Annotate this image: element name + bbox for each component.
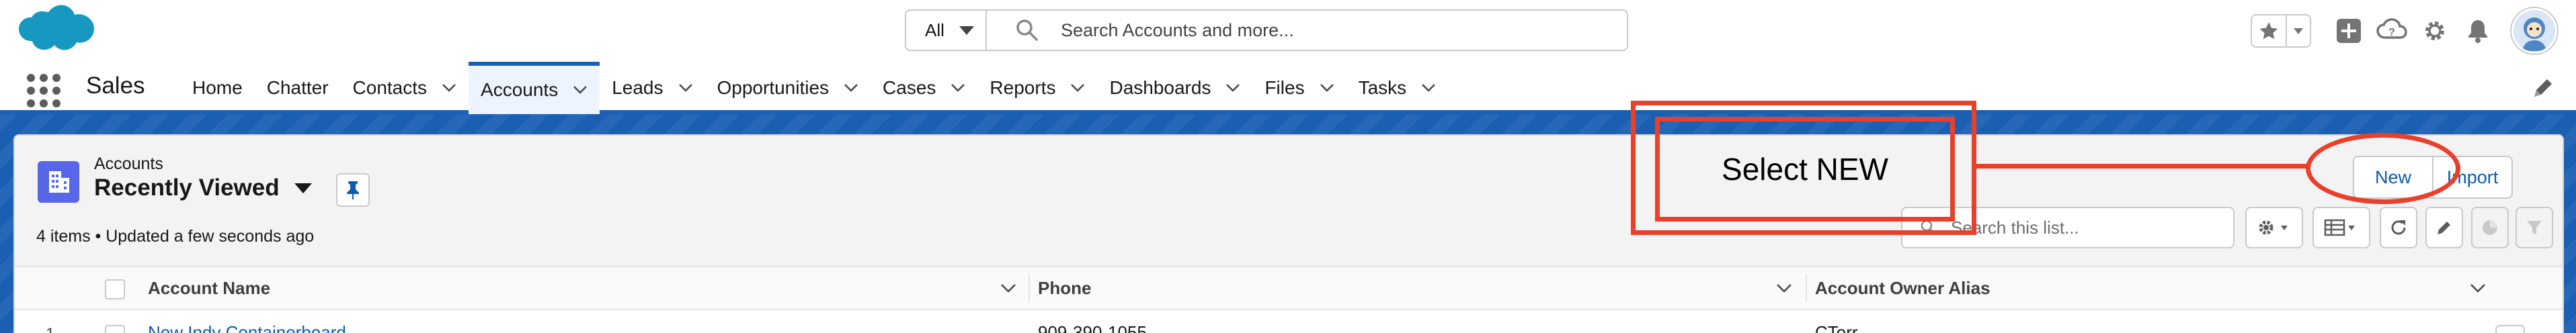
nav-tab-home[interactable]: Home <box>180 62 255 114</box>
nav-tab-leads[interactable]: Leads <box>600 62 705 114</box>
chevron-down-icon[interactable] <box>844 83 858 93</box>
favorites-chevron-down-icon[interactable] <box>2287 15 2310 46</box>
chevron-down-icon[interactable] <box>1776 283 1792 294</box>
gear-dropdown-icon <box>2259 220 2288 235</box>
pencil-icon <box>2438 222 2450 234</box>
nav-tabs: Home Chatter Contacts Accounts Leads Opp… <box>180 62 1448 114</box>
column-header-owner-alias[interactable]: Account Owner Alias <box>1815 267 1990 309</box>
chevron-down-icon[interactable] <box>1421 83 1436 93</box>
chevron-down-icon[interactable] <box>951 83 965 93</box>
global-header: All Search Accounts and more... ? <box>0 0 2576 62</box>
edit-nav-pencil-icon[interactable] <box>2529 75 2556 102</box>
help-icon[interactable]: ? <box>2373 12 2411 50</box>
column-header-label: Account Name <box>148 277 271 298</box>
chart-pie-icon <box>2483 220 2497 235</box>
list-settings-button[interactable] <box>2245 207 2303 248</box>
column-header-label: Phone <box>1038 277 1092 298</box>
nav-tab-label: Contacts <box>352 77 428 98</box>
nav-tab-label: Dashboards <box>1109 77 1211 98</box>
nav-tab-chatter[interactable]: Chatter <box>255 62 341 114</box>
column-header-phone[interactable]: Phone <box>1038 267 1091 309</box>
nav-tab-label: Tasks <box>1358 77 1407 98</box>
favorites-button-group[interactable] <box>2251 14 2311 48</box>
nav-tab-label: Home <box>192 77 243 98</box>
inline-edit-button[interactable] <box>2425 207 2463 248</box>
nav-tab-label: Chatter <box>266 77 329 98</box>
svg-text:?: ? <box>2388 27 2395 38</box>
nav-tab-reports[interactable]: Reports <box>977 62 1097 114</box>
row-actions-dropdown[interactable] <box>2495 325 2525 333</box>
object-label: Accounts <box>94 154 163 173</box>
pin-list-view-button[interactable] <box>336 173 370 207</box>
nav-tab-label: Cases <box>883 77 936 98</box>
table-view-icon <box>2324 219 2355 236</box>
annotation-callout: Select NEW <box>1655 117 1955 222</box>
nav-tab-dashboards[interactable]: Dashboards <box>1097 62 1252 114</box>
favorites-star-icon[interactable] <box>2252 15 2287 46</box>
chevron-down-icon[interactable] <box>442 83 456 93</box>
chevron-down-icon[interactable] <box>1225 83 1240 93</box>
refresh-button[interactable] <box>2380 207 2417 248</box>
app-nav-bar: Sales Home Chatter Contacts Accounts Lea… <box>0 62 2576 114</box>
nav-tab-label: Files <box>1264 77 1305 98</box>
nav-tab-label: Accounts <box>481 79 559 100</box>
filter-icon <box>2527 221 2542 234</box>
annotation-connector-line <box>1976 164 2308 169</box>
search-scope-label: All <box>925 19 944 40</box>
setup-gear-icon[interactable] <box>2416 12 2454 50</box>
list-view-status: 4 items • Updated a few seconds ago <box>36 227 315 246</box>
column-divider[interactable] <box>1806 274 1807 302</box>
list-view-title: Recently Viewed <box>94 175 280 201</box>
account-name-link[interactable]: New Indy Containerboard <box>148 322 346 333</box>
user-avatar[interactable] <box>2511 8 2557 54</box>
column-divider[interactable] <box>1029 274 1030 302</box>
chevron-down-icon[interactable] <box>1320 83 1334 93</box>
chevron-down-icon[interactable] <box>573 85 588 95</box>
nav-tab-contacts[interactable]: Contacts <box>341 62 469 114</box>
search-input[interactable]: Search Accounts and more... <box>1061 20 1294 41</box>
column-header-label: Account Owner Alias <box>1815 277 1990 298</box>
filters-button[interactable] <box>2515 207 2553 248</box>
nav-tab-label: Leads <box>612 77 663 98</box>
account-object-icon <box>38 161 79 203</box>
chevron-down-icon[interactable] <box>1000 283 1016 294</box>
app-launcher-grid-icon[interactable] <box>27 74 61 107</box>
table-row: 1 New Indy Containerboard 909-390-1055 C… <box>15 310 2563 333</box>
nav-tab-opportunities[interactable]: Opportunities <box>705 62 871 114</box>
annotation-highlight-ellipse <box>2306 133 2460 204</box>
salesforce-logo[interactable] <box>15 3 97 59</box>
column-header-account-name[interactable]: Account Name <box>148 267 270 309</box>
nav-tab-tasks[interactable]: Tasks <box>1346 62 1449 114</box>
notifications-bell-icon[interactable] <box>2459 12 2497 50</box>
nav-tab-label: Opportunities <box>717 77 830 98</box>
search-icon <box>1016 19 1038 41</box>
chevron-down-icon[interactable] <box>678 83 693 93</box>
list-view-selector[interactable]: Recently Viewed <box>94 175 312 201</box>
charts-button[interactable] <box>2471 207 2509 248</box>
table-header-row: Account Name Phone Account Owner Alias <box>15 266 2563 310</box>
pin-icon <box>347 181 359 199</box>
nav-tab-cases[interactable]: Cases <box>871 62 977 114</box>
chevron-down-icon[interactable] <box>1070 83 1085 93</box>
owner-alias-cell: CTorr <box>1815 322 1858 333</box>
global-actions-add-icon[interactable] <box>2330 12 2368 50</box>
caret-down-icon[interactable] <box>294 183 312 193</box>
caret-down-icon <box>959 26 974 35</box>
chevron-down-icon[interactable] <box>2470 283 2486 294</box>
phone-cell: 909-390-1055 <box>1038 322 1147 333</box>
row-checkbox[interactable] <box>105 325 125 333</box>
app-name: Sales <box>86 73 145 99</box>
search-scope-select[interactable]: All <box>906 11 987 50</box>
select-all-checkbox[interactable] <box>105 279 125 299</box>
header-utility-icons: ? <box>2251 7 2557 55</box>
display-as-button[interactable] <box>2312 207 2370 248</box>
annotation-text: Select NEW <box>1722 152 1888 187</box>
refresh-icon <box>2391 220 2406 235</box>
row-number: 1 <box>46 325 54 333</box>
nav-tab-files[interactable]: Files <box>1252 62 1346 114</box>
nav-tab-label: Reports <box>990 77 1056 98</box>
nav-tab-accounts[interactable]: Accounts <box>469 62 600 114</box>
global-search[interactable]: All Search Accounts and more... <box>905 9 1628 51</box>
